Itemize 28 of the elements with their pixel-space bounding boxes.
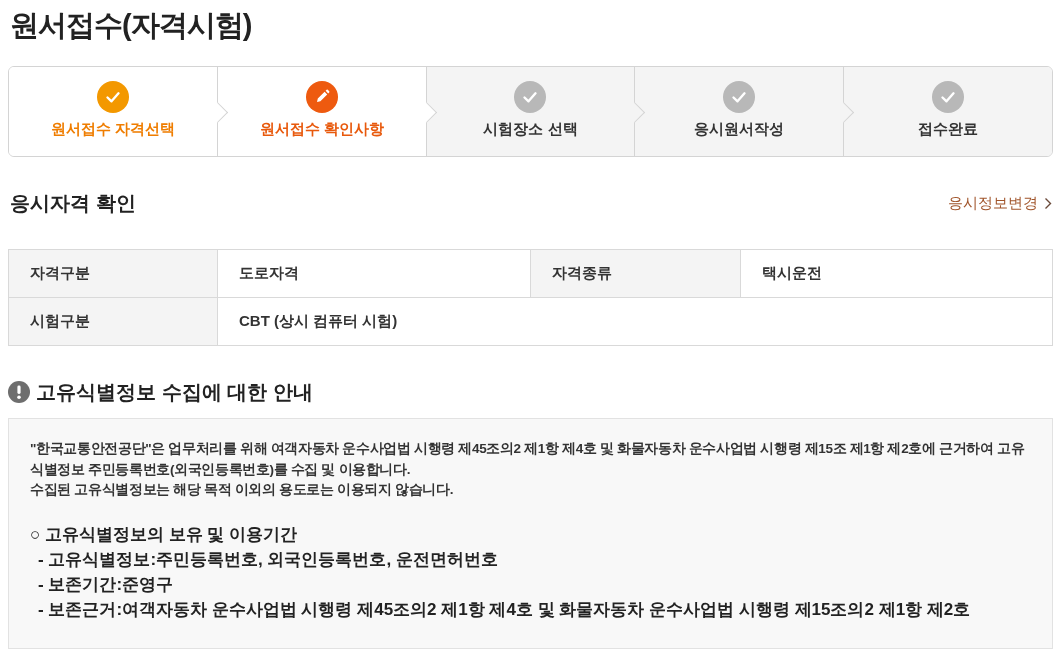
step-label: 원서접수 자격선택 xyxy=(50,119,175,139)
check-icon xyxy=(723,81,756,113)
exclamation-icon xyxy=(8,381,30,403)
change-info-link[interactable]: 응시정보변경 xyxy=(948,193,1052,213)
notice-text: "한국교통안전공단"은 업무처리를 위해 여객자동차 운수사업법 시행령 제45조의2 제1항 제4호 및 화물자동차 운수사업법 시행령 제15조 제1항 제2호에 근거하여 고유식별정보 주민등록번호(외국인등록번호)를 수집 및 이용합니다. xyxy=(30,440,1026,479)
table-cell: CBT (상시 컴퓨터 시험) xyxy=(217,297,1053,346)
check-icon xyxy=(96,81,129,113)
retention-item: - 보존근거:여객자동차 운수사업법 시행령 제45조의2 제1항 제4호 및 화물자동차 운수사업법 시행령 제15조의2 제1항 제2호 xyxy=(38,598,971,621)
retention-item: - 고유식별정보:주민등록번호, 외국인등록번호, 운전면허번호 xyxy=(38,548,498,571)
step-label: 응시원서작성 xyxy=(694,119,785,139)
step-label: 원서접수 확인사항 xyxy=(259,119,384,139)
notice-title: 고유식별정보 수집에 대한 안내 xyxy=(36,380,313,405)
notice-text: 수집된 고유식별정보는 해당 목적 이외의 용도로는 이용되지 않습니다. xyxy=(30,481,455,499)
chevron-right-icon xyxy=(1044,196,1052,210)
pencil-icon xyxy=(305,81,338,113)
step-label: 접수완료 xyxy=(918,119,979,139)
retention-heading: ○ 고유식별정보의 보유 및 이용기간 xyxy=(30,523,298,546)
retention-item: - 보존기간:준영구 xyxy=(38,573,174,596)
table-header-cell: 시험구분 xyxy=(8,297,218,346)
section-title: 응시자격 확인 xyxy=(10,191,136,216)
table-header-cell: 자격구분 xyxy=(8,249,218,298)
table-cell: 택시운전 xyxy=(740,249,1053,298)
check-icon xyxy=(932,81,965,113)
step-label: 시험장소 선택 xyxy=(483,119,578,139)
table-header-cell: 자격종류 xyxy=(530,249,741,298)
check-icon xyxy=(514,81,547,113)
page-title: 원서접수(자격시험) xyxy=(10,8,252,43)
table-cell: 도로자격 xyxy=(217,249,531,298)
